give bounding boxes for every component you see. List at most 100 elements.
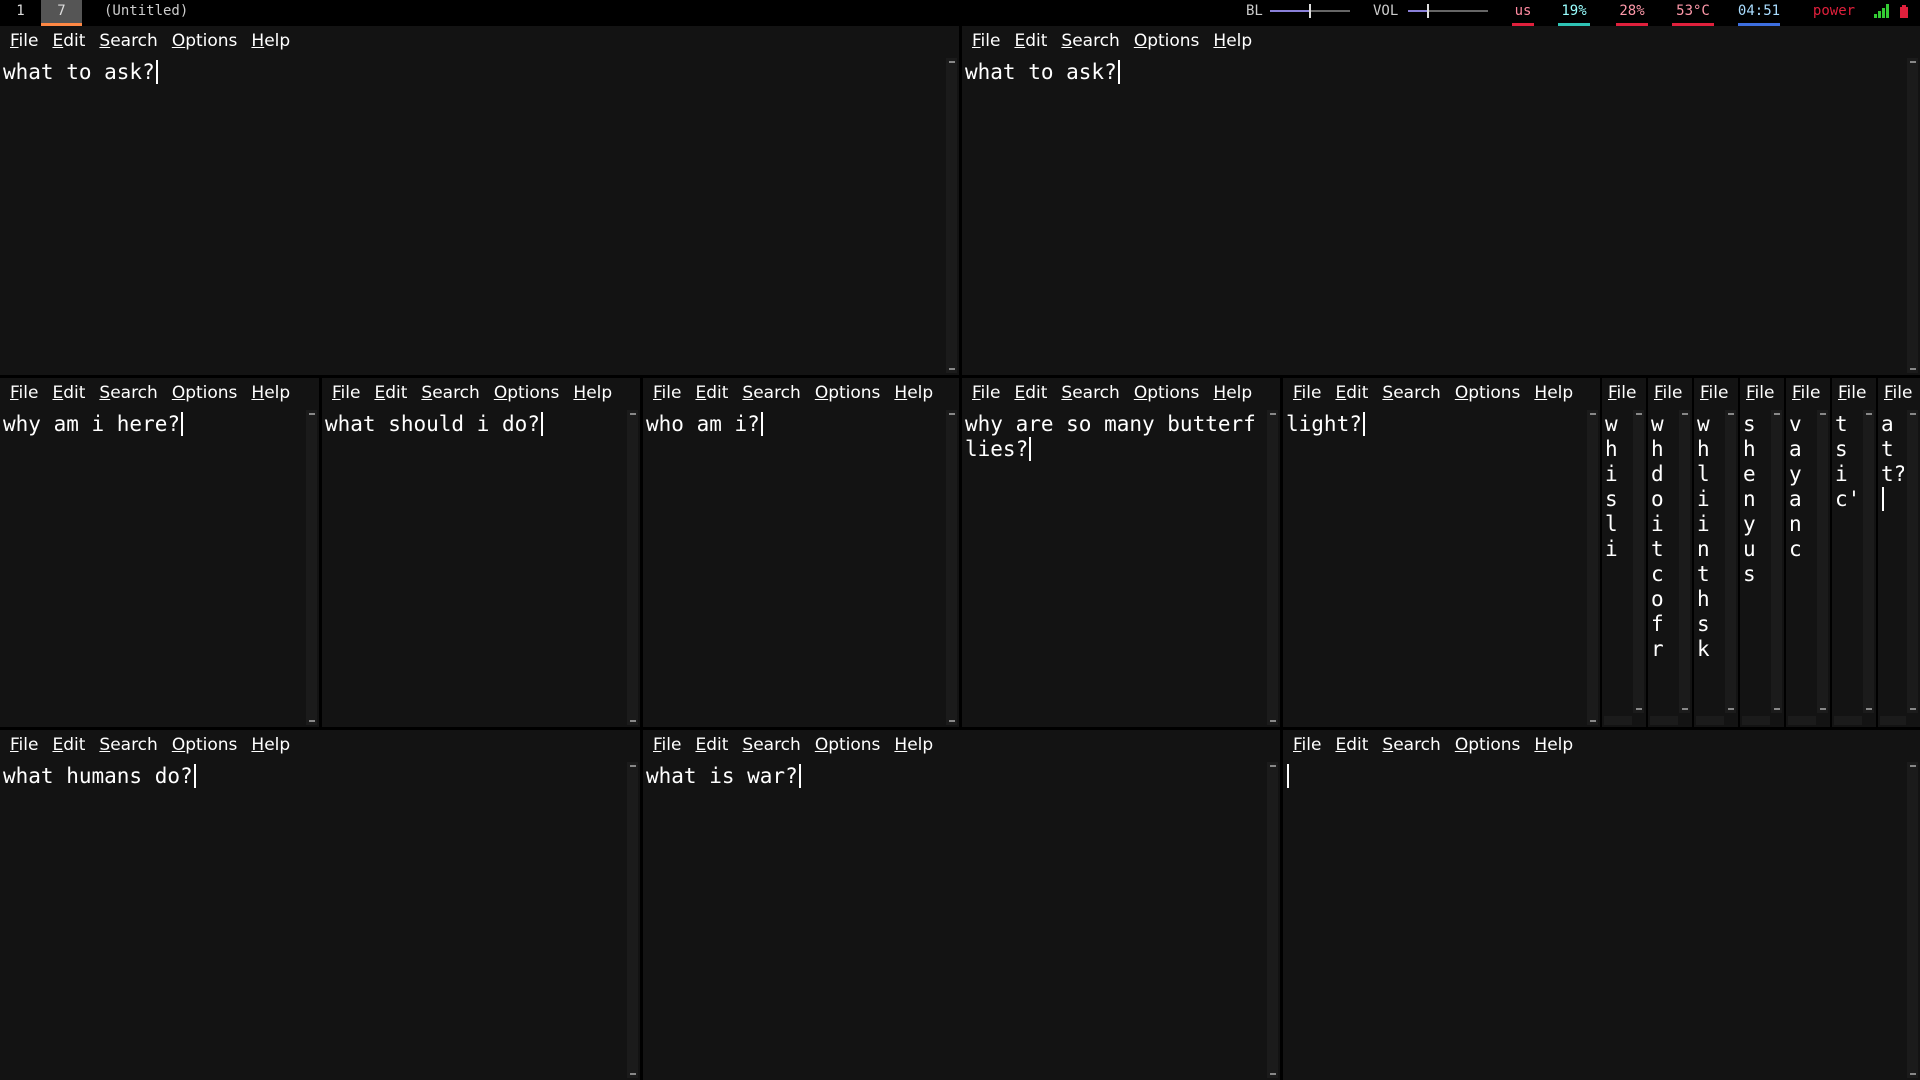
menu-search[interactable]: Search — [740, 730, 802, 760]
menu-file[interactable]: File — [1291, 730, 1323, 760]
menu-file[interactable]: File — [651, 378, 683, 408]
menu-help[interactable]: Help — [892, 730, 935, 760]
text-area[interactable]: what humans do? — [3, 764, 622, 1072]
backlight-knob[interactable] — [1309, 4, 1311, 18]
vertical-scrollbar[interactable] — [1725, 410, 1736, 713]
workspace-1-button[interactable]: 1 — [0, 0, 41, 26]
vertical-scrollbar[interactable] — [306, 410, 317, 725]
menu-search[interactable]: Search — [1059, 26, 1121, 56]
menu-options[interactable]: Options — [813, 730, 883, 760]
menu-options[interactable]: Options — [1453, 730, 1523, 760]
menu-edit[interactable]: Edit — [693, 730, 730, 760]
editor-window-16[interactable]: File Edit Search Options Help what is war? — [643, 730, 1280, 1080]
text-area[interactable]: what to ask? — [965, 60, 1902, 367]
text-area[interactable]: why are so many butterflies? — [965, 412, 1262, 719]
text-area[interactable]: light? — [1286, 412, 1582, 719]
menu-edit[interactable]: Edit — [50, 378, 87, 408]
menu-help[interactable]: Help — [249, 378, 292, 408]
editor-window-14[interactable]: File at t? — [1878, 378, 1920, 727]
menu-edit[interactable]: Edit — [372, 378, 409, 408]
editor-window-4[interactable]: File Edit Search Options Help what should i … — [322, 378, 640, 727]
menu-search[interactable]: Search — [97, 730, 159, 760]
editor-window-5[interactable]: File Edit Search Options Help who am i? — [643, 378, 959, 727]
text-area[interactable]: wh is li — [1605, 412, 1630, 719]
vertical-scrollbar[interactable] — [1817, 410, 1828, 713]
menu-edit[interactable]: Edit — [50, 730, 87, 760]
editor-window-17[interactable]: File Edit Search Options Help — [1283, 730, 1920, 1080]
volume-knob[interactable] — [1427, 4, 1429, 18]
menu-options[interactable]: Options — [1132, 378, 1202, 408]
volume-slider[interactable] — [1408, 4, 1488, 18]
text-area[interactable]: s he ny us — [1743, 412, 1768, 719]
text-area[interactable]: wh li in th sk — [1697, 412, 1722, 719]
menu-file[interactable]: File — [1652, 378, 1684, 408]
menu-search[interactable]: Search — [419, 378, 481, 408]
keyboard-layout[interactable]: us — [1508, 0, 1538, 26]
menu-file[interactable]: File — [1698, 378, 1730, 408]
editor-window-8[interactable]: File wh is li — [1602, 378, 1646, 727]
menu-help[interactable]: Help — [249, 26, 292, 56]
editor-window-7[interactable]: File Edit Search Options Help light? — [1283, 378, 1600, 727]
editor-window-12[interactable]: File v ay anc — [1786, 378, 1830, 727]
vertical-scrollbar[interactable] — [627, 762, 638, 1078]
menu-options[interactable]: Options — [170, 378, 240, 408]
backlight-slider[interactable] — [1270, 4, 1350, 18]
menu-options[interactable]: Options — [1453, 378, 1523, 408]
menu-file[interactable]: File — [970, 26, 1002, 56]
menu-options[interactable]: Options — [1132, 26, 1202, 56]
horizontal-scrollbar[interactable] — [1788, 716, 1816, 725]
horizontal-scrollbar[interactable] — [1650, 716, 1678, 725]
power-button[interactable]: power — [1806, 0, 1862, 26]
menu-search[interactable]: Search — [1380, 730, 1442, 760]
text-area[interactable]: who am i? — [646, 412, 941, 719]
menu-file[interactable]: File — [8, 730, 40, 760]
text-area[interactable]: v ay anc — [1789, 412, 1814, 719]
menu-help[interactable]: Help — [1211, 26, 1254, 56]
menu-file[interactable]: File — [1882, 378, 1914, 408]
text-area[interactable] — [1286, 764, 1902, 1072]
editor-window-11[interactable]: File s he ny us — [1740, 378, 1784, 727]
menu-edit[interactable]: Edit — [1012, 26, 1049, 56]
horizontal-scrollbar[interactable] — [1834, 716, 1862, 725]
menu-edit[interactable]: Edit — [50, 26, 87, 56]
vertical-scrollbar[interactable] — [1907, 58, 1918, 373]
vertical-scrollbar[interactable] — [1633, 410, 1644, 713]
vertical-scrollbar[interactable] — [1267, 410, 1278, 725]
menu-edit[interactable]: Edit — [693, 378, 730, 408]
menu-search[interactable]: Search — [1380, 378, 1442, 408]
menu-search[interactable]: Search — [740, 378, 802, 408]
editor-window-2[interactable]: File Edit Search Options Help what to ask? — [962, 26, 1920, 375]
editor-window-1[interactable]: File Edit Search Options Help what to ask? — [0, 26, 959, 375]
editor-window-13[interactable]: File ts ic' — [1832, 378, 1876, 727]
menu-file[interactable]: File — [1790, 378, 1822, 408]
menu-options[interactable]: Options — [492, 378, 562, 408]
menu-search[interactable]: Search — [1059, 378, 1121, 408]
horizontal-scrollbar[interactable] — [1696, 716, 1724, 725]
vertical-scrollbar[interactable] — [1907, 762, 1918, 1078]
editor-window-15[interactable]: File Edit Search Options Help what humans do… — [0, 730, 640, 1080]
text-area[interactable]: at t? — [1881, 412, 1904, 719]
menu-options[interactable]: Options — [170, 730, 240, 760]
menu-file[interactable]: File — [970, 378, 1002, 408]
vertical-scrollbar[interactable] — [1907, 410, 1918, 713]
menu-help[interactable]: Help — [1532, 378, 1575, 408]
vertical-scrollbar[interactable] — [1587, 410, 1598, 725]
menu-file[interactable]: File — [1744, 378, 1776, 408]
horizontal-scrollbar[interactable] — [1880, 716, 1906, 725]
menu-edit[interactable]: Edit — [1333, 730, 1370, 760]
text-area[interactable]: wh do it co fr — [1651, 412, 1676, 719]
menu-search[interactable]: Search — [97, 26, 159, 56]
menu-file[interactable]: File — [330, 378, 362, 408]
horizontal-scrollbar[interactable] — [1742, 716, 1770, 725]
editor-window-3[interactable]: File Edit Search Options Help why am i here? — [0, 378, 319, 727]
menu-help[interactable]: Help — [249, 730, 292, 760]
text-area[interactable]: why am i here? — [3, 412, 301, 719]
menu-edit[interactable]: Edit — [1333, 378, 1370, 408]
menu-options[interactable]: Options — [813, 378, 883, 408]
menu-edit[interactable]: Edit — [1012, 378, 1049, 408]
vertical-scrollbar[interactable] — [946, 410, 957, 725]
text-area[interactable]: what should i do? — [325, 412, 622, 719]
vertical-scrollbar[interactable] — [627, 410, 638, 725]
menu-help[interactable]: Help — [571, 378, 614, 408]
text-area[interactable]: what to ask? — [3, 60, 941, 367]
